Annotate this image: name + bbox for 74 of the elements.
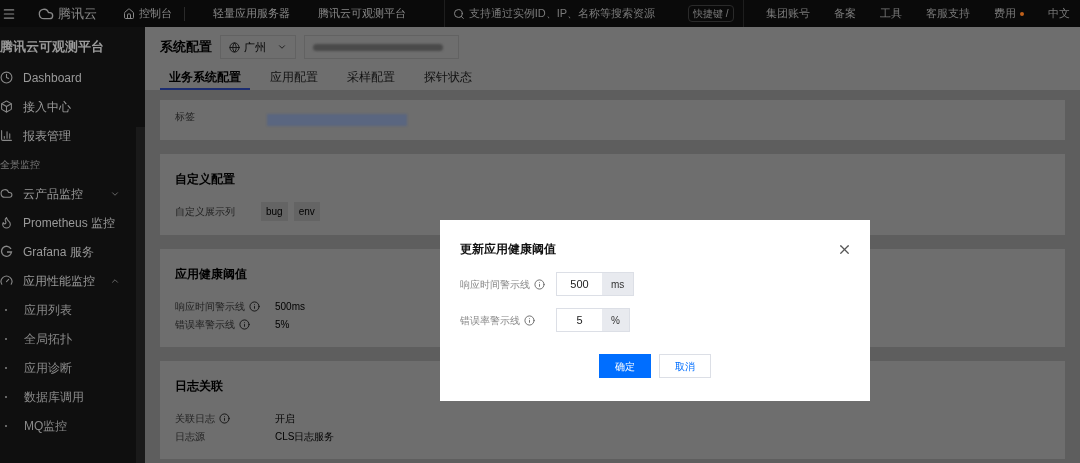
sidebar-item[interactable]: Grafana 服务 <box>0 237 136 266</box>
region-select[interactable]: 广州 <box>220 35 296 59</box>
sidebar-subitem[interactable]: 应用诊断 <box>0 353 136 382</box>
info-icon[interactable] <box>219 412 230 424</box>
sidebar-subitem[interactable]: 全局拓扑 <box>0 324 136 353</box>
instance-select[interactable] <box>304 35 459 59</box>
clock-icon <box>0 71 13 84</box>
search-field[interactable]: 支持通过实例ID、IP、名称等搜索资源 <box>468 5 676 22</box>
cancel-button[interactable]: 取消 <box>659 354 711 378</box>
tag: env <box>293 202 320 221</box>
field-label: 标签 <box>175 109 195 124</box>
tag: bug <box>261 202 288 221</box>
sidebar-title: 腾讯云可观测平台 <box>0 38 105 57</box>
confirm-button[interactable]: 确定 <box>599 354 651 378</box>
sidebar-item[interactable]: 应用性能监控 <box>0 266 136 295</box>
home-icon <box>123 7 135 20</box>
info-icon[interactable] <box>534 278 545 290</box>
chevron-down-icon <box>277 42 287 52</box>
cloud-icon <box>0 187 13 200</box>
menu-icon[interactable] <box>2 6 16 21</box>
flame-icon <box>0 216 13 229</box>
number-field[interactable]: 5 % <box>556 308 630 332</box>
sidebar-item[interactable]: 报表管理 <box>0 121 136 150</box>
cube-icon <box>0 100 13 113</box>
unit-addon: ms <box>602 273 634 295</box>
field-value: 开启 <box>275 411 295 426</box>
gauge-icon <box>0 274 13 287</box>
top-link[interactable]: 中文 <box>1048 5 1070 22</box>
info-icon[interactable] <box>524 314 535 326</box>
top-link[interactable]: 集团账号 <box>766 5 810 22</box>
field-label: 关联日志 <box>175 411 215 426</box>
field-label: 自定义展示列 <box>175 205 236 219</box>
tab[interactable]: 业务系统配置 <box>160 66 250 90</box>
top-link[interactable]: 备案 <box>834 5 856 22</box>
sidebar-item[interactable]: Dashboard <box>0 63 136 92</box>
field-label: 日志源 <box>175 429 205 444</box>
sidebar-subitem[interactable]: 数据库调用 <box>0 382 136 411</box>
sidebar-item[interactable]: 接入中心 <box>0 92 136 121</box>
bar-chart-icon <box>0 129 13 142</box>
field-value: CLS日志服务 <box>275 429 335 444</box>
tab[interactable]: 应用配置 <box>261 66 327 90</box>
top-link[interactable]: 费用 <box>994 5 1024 22</box>
field-label: 错误率警示线 <box>175 317 235 332</box>
tab[interactable]: 采样配置 <box>338 66 404 90</box>
nav-link[interactable]: 腾讯云可观测平台 <box>318 5 406 22</box>
field-label: 错误率警示线 <box>460 313 520 328</box>
globe-icon <box>229 41 240 53</box>
shortcut-hint: 快捷键 / <box>688 5 734 22</box>
section-title: 自定义配置 <box>175 171 235 188</box>
sidebar-item[interactable]: 云产品监控 <box>0 179 136 208</box>
tab[interactable]: 探针状态 <box>415 66 481 90</box>
sidebar-section-label: 全景监控 <box>0 158 40 172</box>
info-icon[interactable] <box>249 300 260 312</box>
field-label: 响应时间警示线 <box>460 277 530 292</box>
field-label: 响应时间警示线 <box>175 299 245 314</box>
field-value: 5% <box>275 317 290 332</box>
nav-link[interactable]: 轻量应用服务器 <box>213 5 290 22</box>
sidebar-subitem[interactable]: MQ监控 <box>0 411 136 440</box>
field-value: 500ms <box>275 299 305 314</box>
nav-link[interactable]: 控制台 <box>123 5 172 22</box>
search-icon <box>453 7 465 20</box>
section-title: 应用健康阈值 <box>175 266 247 283</box>
page-title: 系统配置 <box>160 38 212 57</box>
brand-logo-text[interactable]: 腾讯云 <box>58 3 97 24</box>
top-link[interactable]: 客服支持 <box>926 5 970 22</box>
section-title: 日志关联 <box>175 378 223 395</box>
sidebar-item[interactable]: Prometheus 监控 <box>0 208 136 237</box>
dialog-title: 更新应用健康阈值 <box>460 241 556 258</box>
info-icon[interactable] <box>239 318 250 330</box>
number-field[interactable]: 500 ms <box>556 272 635 296</box>
unit-addon: % <box>602 309 629 331</box>
top-link[interactable]: 工具 <box>880 5 902 22</box>
sidebar-subitem[interactable]: 应用列表 <box>0 295 136 324</box>
g-logo-icon <box>0 245 13 258</box>
